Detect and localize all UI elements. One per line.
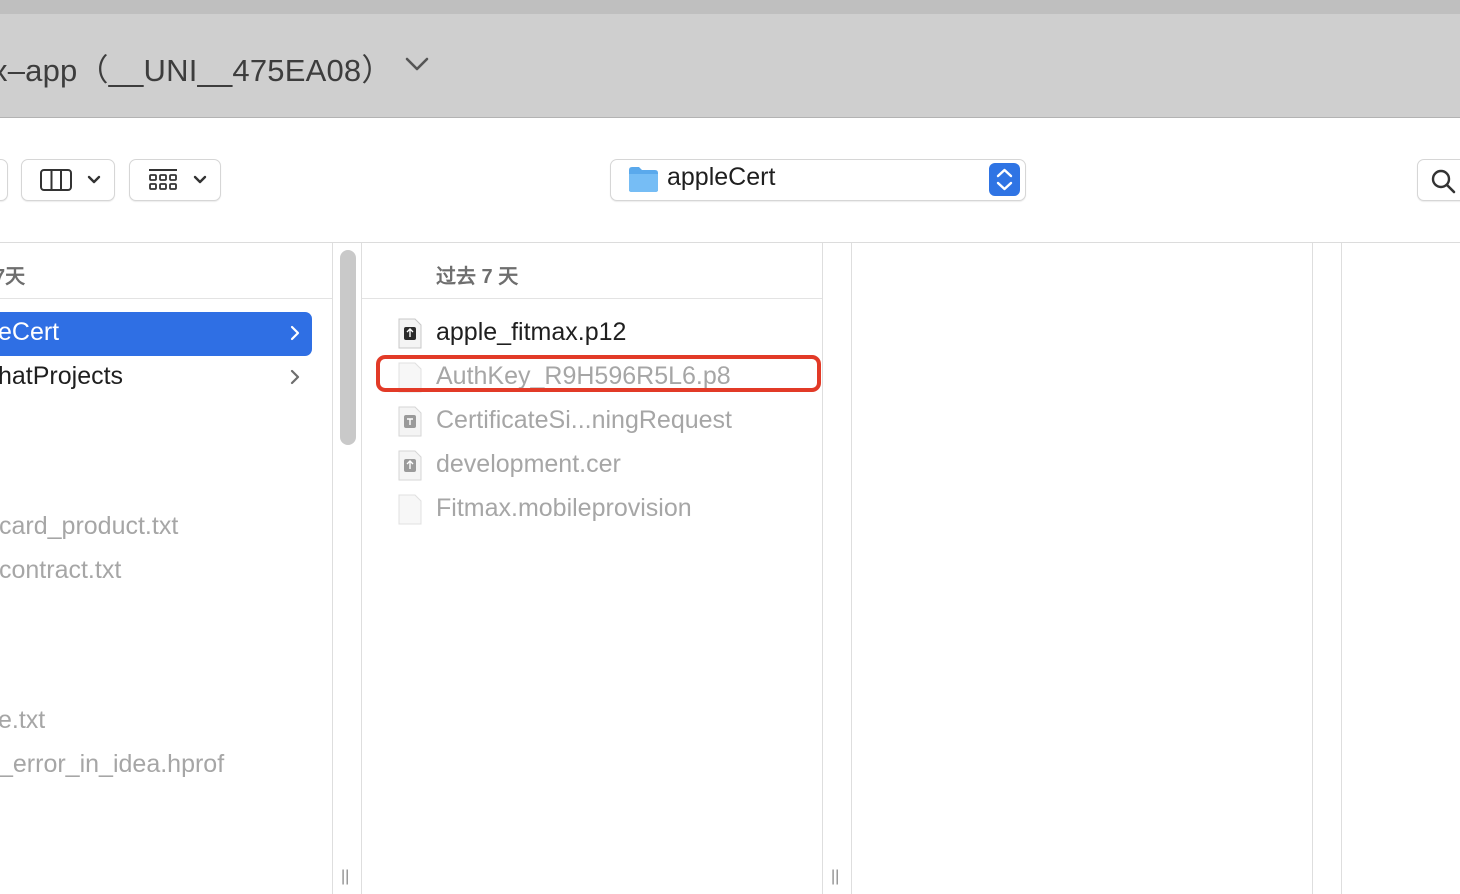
chevron-right-icon (290, 369, 300, 385)
file-item[interactable]: CertificateSi...ningRequest (436, 406, 732, 435)
group-by-button[interactable] (129, 159, 221, 201)
column-divider (1341, 243, 1342, 894)
columns-view-icon (40, 169, 72, 191)
column-divider (332, 243, 333, 894)
column-header: 7天 (0, 266, 26, 288)
header-divider (0, 298, 332, 299)
up-down-arrows-icon (996, 168, 1013, 191)
scrollbar-thumb[interactable] (340, 250, 356, 445)
blank-file-icon (398, 494, 422, 525)
list-item[interactable]: card_product.txt (0, 512, 178, 541)
chevron-down-icon (193, 175, 207, 184)
header-divider (362, 298, 822, 299)
column-resize-handle[interactable]: || (341, 868, 349, 886)
search-icon (1431, 169, 1456, 194)
search-button[interactable] (1417, 159, 1460, 201)
selected-folder-label: eCert (0, 318, 60, 346)
certificate-file-icon (398, 318, 422, 349)
column-divider (1312, 243, 1313, 894)
file-item[interactable]: Fitmax.mobileprovision (436, 494, 692, 523)
highlight-annotation (376, 355, 821, 392)
certificate-file-icon (398, 450, 422, 481)
column-divider (822, 243, 823, 894)
list-item[interactable]: contract.txt (0, 556, 121, 585)
title-strip (0, 0, 1460, 14)
column-resize-handle[interactable]: || (831, 868, 839, 886)
grid-icon (149, 169, 177, 190)
chevron-right-icon (290, 325, 300, 341)
chevron-down-icon (87, 175, 101, 184)
folder-icon (629, 167, 658, 192)
view-columns-button[interactable] (21, 159, 115, 201)
request-file-icon (398, 406, 422, 437)
chevron-down-icon[interactable] (402, 50, 432, 78)
column-divider (851, 243, 852, 894)
window-title[interactable]: x–app（__UNI__475EA08） (0, 45, 393, 90)
column-header: 过去 7 天 (436, 266, 519, 288)
popup-stepper[interactable] (989, 163, 1020, 196)
toolbar-button-partial[interactable] (0, 159, 8, 201)
list-item[interactable]: e.txt (0, 706, 45, 735)
list-item[interactable]: _error_in_idea.hprof (0, 750, 224, 779)
file-item[interactable]: development.cer (436, 450, 621, 479)
column-divider (361, 243, 362, 894)
list-item[interactable]: hatProjects (0, 362, 123, 391)
file-item[interactable]: apple_fitmax.p12 (436, 318, 626, 347)
path-popup-label: appleCert (667, 163, 776, 191)
